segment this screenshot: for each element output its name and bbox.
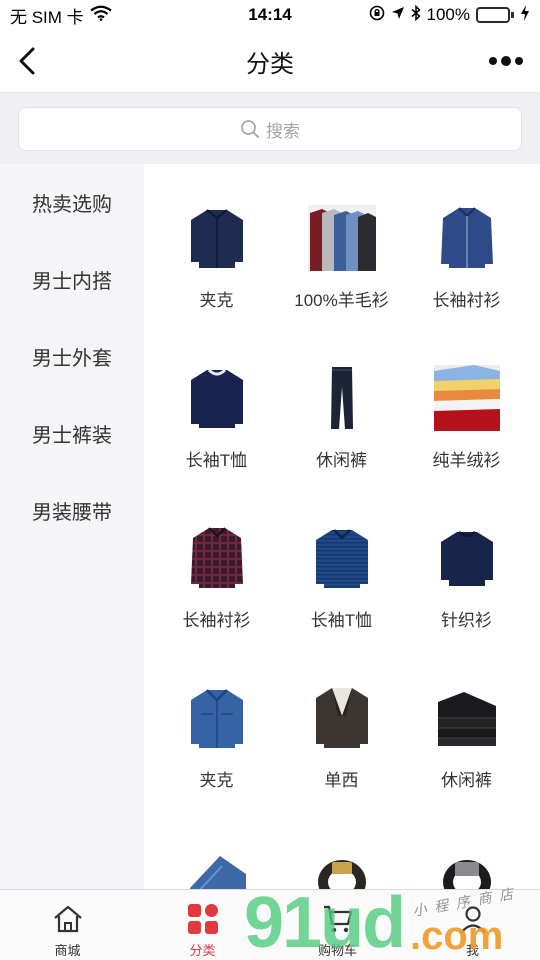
- home-icon: [51, 902, 85, 936]
- product-tile[interactable]: 夹克: [154, 204, 279, 330]
- product-tile[interactable]: 夹克: [154, 684, 279, 810]
- sidebar-item-label: 男装腰带: [32, 502, 112, 524]
- status-bar: 无 SIM 卡 14:14 100%: [0, 0, 540, 30]
- product-tile-partial[interactable]: [279, 844, 404, 889]
- sidebar-item-belts[interactable]: 男装腰带: [0, 472, 144, 549]
- product-label: 长袖T恤: [185, 451, 248, 470]
- black-belt-image: [433, 844, 501, 889]
- product-label: 单西: [324, 771, 359, 790]
- status-bar-right: 100%: [369, 4, 530, 26]
- product-label: 针织衫: [441, 611, 492, 630]
- product-label: 休闲裤: [316, 451, 367, 470]
- product-tile[interactable]: 长袖T恤: [154, 364, 279, 490]
- search-icon: [241, 120, 259, 138]
- blue-shirt-image: [433, 204, 501, 272]
- product-tile[interactable]: 针织衫: [404, 524, 529, 650]
- product-label: 长袖衬衫: [432, 291, 501, 310]
- navy-longsleeve-tee-image: [183, 364, 251, 432]
- product-tile-partial[interactable]: [154, 844, 279, 889]
- product-tile-partial[interactable]: [404, 844, 529, 889]
- product-tile[interactable]: 纯羊绒衫: [404, 364, 529, 490]
- tab-me[interactable]: 我: [405, 890, 540, 960]
- category-sidebar: 热卖选购 男士内搭 男士外套 男士裤装 男装腰带: [0, 164, 144, 889]
- knit-sweater-image: [433, 524, 501, 592]
- tab-label: 我: [465, 943, 479, 958]
- folded-trousers-image: [433, 684, 501, 752]
- product-label: 夹克: [199, 291, 234, 310]
- product-label: 长袖衬衫: [182, 611, 251, 630]
- product-tile[interactable]: 休闲裤: [279, 364, 404, 490]
- sidebar-item-outerwear[interactable]: 男士外套: [0, 318, 144, 395]
- belt-image: [308, 844, 376, 889]
- sidebar-item-pants[interactable]: 男士裤装: [0, 395, 144, 472]
- bluetooth-icon: [411, 4, 421, 26]
- search-input[interactable]: 搜索: [18, 107, 522, 151]
- sidebar-item-label: 热卖选购: [32, 194, 112, 216]
- cashmere-stack-image: [433, 364, 501, 432]
- chevron-left-icon: [19, 47, 35, 75]
- search-bar-container: 搜索: [0, 92, 540, 164]
- sidebar-item-label: 男士外套: [32, 348, 112, 370]
- product-label: 夹克: [199, 771, 234, 790]
- denim-jacket-image: [183, 684, 251, 752]
- product-tile[interactable]: 单西: [279, 684, 404, 810]
- battery-icon: [476, 7, 514, 23]
- more-dots-icon: [489, 56, 523, 66]
- sidebar-item-label: 男士内搭: [32, 271, 112, 293]
- tab-category[interactable]: 分类: [135, 890, 270, 960]
- product-tile[interactable]: 长袖衬衫: [154, 524, 279, 650]
- bottom-tab-bar: 商城 分类 购物车 我: [0, 889, 540, 960]
- cart-icon: [321, 902, 355, 936]
- striped-tee-image: [308, 524, 376, 592]
- tab-label: 商城: [54, 943, 81, 958]
- wifi-icon: [90, 5, 112, 26]
- charging-icon: [520, 4, 530, 26]
- tab-mall[interactable]: 商城: [0, 890, 135, 960]
- plaid-shirt-image: [183, 524, 251, 592]
- product-grid-area: 夹克 100%羊毛衫 长袖衬衫 长袖T恤 休闲裤 纯羊绒衫 长袖衬衫 长袖T恤 …: [144, 164, 540, 889]
- sidebar-item-hot[interactable]: 热卖选购: [0, 164, 144, 241]
- product-tile[interactable]: 休闲裤: [404, 684, 529, 810]
- tab-cart[interactable]: 购物车: [270, 890, 405, 960]
- tab-label: 购物车: [317, 943, 357, 958]
- product-grid: 夹克 100%羊毛衫 长袖衬衫 长袖T恤 休闲裤 纯羊绒衫 长袖衬衫 长袖T恤 …: [154, 204, 529, 889]
- navigation-bar: 分类: [0, 30, 540, 92]
- product-label: 纯羊绒衫: [432, 451, 501, 470]
- blazer-image: [308, 684, 376, 752]
- location-icon: [391, 5, 405, 25]
- orientation-lock-icon: [369, 5, 385, 26]
- more-button[interactable]: [486, 48, 526, 74]
- product-tile[interactable]: 长袖衬衫: [404, 204, 529, 330]
- user-icon: [456, 902, 490, 936]
- navy-trousers-image: [308, 364, 376, 432]
- wool-sweaters-image: [307, 204, 376, 272]
- sidebar-item-innerwear[interactable]: 男士内搭: [0, 241, 144, 318]
- product-tile[interactable]: 长袖T恤: [279, 524, 404, 650]
- product-label: 100%羊毛衫: [294, 291, 389, 310]
- product-label: 休闲裤: [441, 771, 492, 790]
- page-title: 分类: [246, 50, 294, 78]
- product-tile[interactable]: 100%羊毛衫: [279, 204, 404, 330]
- denim-pants-image: [183, 844, 251, 889]
- battery-percent: 100%: [426, 5, 470, 24]
- carrier-text: 无 SIM 卡: [10, 7, 84, 27]
- status-bar-left: 无 SIM 卡: [10, 3, 112, 28]
- product-label: 长袖T恤: [310, 611, 373, 630]
- search-placeholder: 搜索: [266, 121, 300, 141]
- sidebar-item-label: 男士裤装: [32, 425, 112, 447]
- tab-label: 分类: [189, 943, 216, 958]
- back-button[interactable]: [12, 44, 42, 78]
- navy-jacket-image: [183, 204, 251, 272]
- category-icon: [186, 902, 220, 936]
